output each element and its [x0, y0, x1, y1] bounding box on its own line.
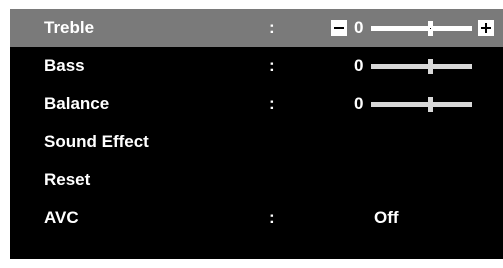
bass-colon: :	[269, 56, 275, 75]
balance-slider[interactable]	[371, 97, 472, 112]
bass-slider-handle[interactable]	[428, 59, 433, 74]
treble-colon: :	[269, 18, 275, 37]
bass-label: Bass	[44, 56, 85, 75]
balance-value: 0	[354, 94, 364, 113]
treble-label: Treble	[44, 18, 95, 37]
balance-slider-handle[interactable]	[428, 97, 433, 112]
treble-slider-handle[interactable]	[428, 21, 433, 36]
menu-row-balance[interactable]: Balance : 0	[10, 85, 503, 123]
avc-colon: :	[269, 208, 275, 227]
menu-row-treble[interactable]: Treble : 0	[10, 9, 503, 47]
reset-label: Reset	[44, 170, 91, 189]
minus-icon[interactable]	[331, 20, 347, 36]
balance-colon: :	[269, 94, 275, 113]
avc-label: AVC	[44, 208, 79, 227]
sound-effect-label: Sound Effect	[44, 132, 149, 151]
avc-value: Off	[374, 208, 399, 227]
menu-row-reset[interactable]: Reset	[10, 161, 503, 199]
plus-icon[interactable]	[478, 20, 494, 36]
balance-label: Balance	[44, 94, 110, 113]
menu-row-bass[interactable]: Bass : 0	[10, 47, 503, 85]
menu-row-sound-effect[interactable]: Sound Effect	[10, 123, 503, 161]
bass-slider[interactable]	[371, 59, 472, 74]
treble-slider[interactable]	[371, 21, 472, 36]
treble-value: 0	[354, 18, 364, 37]
menu-row-avc[interactable]: AVC : Off	[10, 199, 503, 237]
bass-value: 0	[354, 56, 364, 75]
sound-menu-panel: Treble : 0 Bass : 0 Balance : 0 Sound Ef…	[10, 9, 503, 259]
